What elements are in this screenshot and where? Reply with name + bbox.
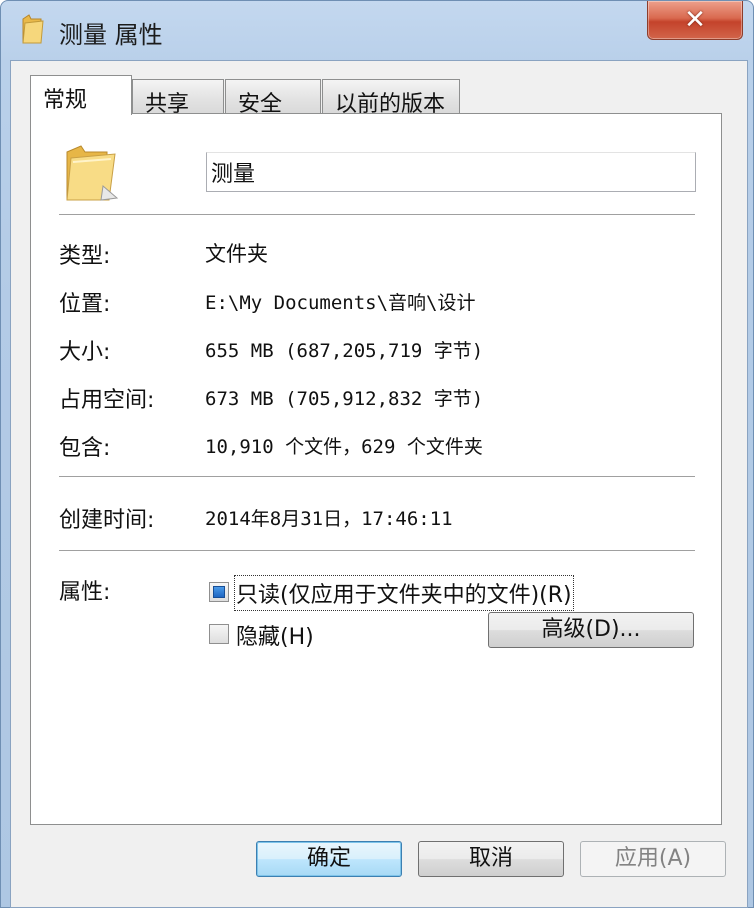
contains-label: 包含: xyxy=(59,436,111,461)
folder-name-input[interactable] xyxy=(206,152,696,192)
hidden-checkbox[interactable] xyxy=(209,624,229,644)
apply-button[interactable]: 应用(A) xyxy=(580,841,726,877)
folder-icon xyxy=(22,14,44,44)
general-tab-panel: 类型: 文件夹 位置: E:\My Documents\音响\设计 大小: 65… xyxy=(30,113,722,825)
hidden-label[interactable]: 隐藏(H) xyxy=(236,619,314,651)
type-value: 文件夹 xyxy=(205,242,268,266)
tab-general[interactable]: 常规 xyxy=(30,75,132,115)
title-bar[interactable]: 测量 属性 ✕ xyxy=(1,1,753,59)
advanced-button[interactable]: 高级(D)... xyxy=(488,612,694,648)
size-value: 655 MB (687,205,719 字节) xyxy=(205,340,484,362)
contains-value: 10,910 个文件，629 个文件夹 xyxy=(205,436,483,458)
size-on-disk-label: 占用空间: xyxy=(59,388,155,413)
attributes-label: 属性: xyxy=(59,580,111,605)
properties-window: 测量 属性 ✕ 常规 共享 安全 以前的版本 类型: 文件 xyxy=(0,0,754,908)
divider xyxy=(59,214,695,215)
type-label: 类型: xyxy=(59,244,111,269)
tab-label: 常规 xyxy=(43,88,88,113)
location-value: E:\My Documents\音响\设计 xyxy=(205,292,476,314)
close-icon: ✕ xyxy=(684,5,706,35)
folder-icon xyxy=(66,145,119,201)
tab-previous-versions[interactable]: 以前的版本 xyxy=(322,79,460,117)
created-value: 2014年8月31日，17:46:11 xyxy=(205,508,453,530)
divider xyxy=(59,476,695,477)
divider xyxy=(59,550,695,551)
tab-security[interactable]: 安全 xyxy=(225,79,321,117)
size-label: 大小: xyxy=(59,340,111,365)
tab-sharing[interactable]: 共享 xyxy=(132,79,224,117)
location-label: 位置: xyxy=(59,292,111,317)
readonly-label[interactable]: 只读(仅应用于文件夹中的文件)(R) xyxy=(234,575,574,611)
created-label: 创建时间: xyxy=(59,508,155,533)
size-on-disk-value: 673 MB (705,912,832 字节) xyxy=(205,388,484,410)
dialog-client-area: 常规 共享 安全 以前的版本 类型: 文件夹 位置: E:\My Documen… xyxy=(10,60,748,908)
readonly-checkbox[interactable] xyxy=(209,582,229,602)
ok-button[interactable]: 确定 xyxy=(256,841,402,877)
window-title: 测量 属性 xyxy=(59,21,163,49)
close-button[interactable]: ✕ xyxy=(647,1,743,40)
cancel-button[interactable]: 取消 xyxy=(418,841,564,877)
